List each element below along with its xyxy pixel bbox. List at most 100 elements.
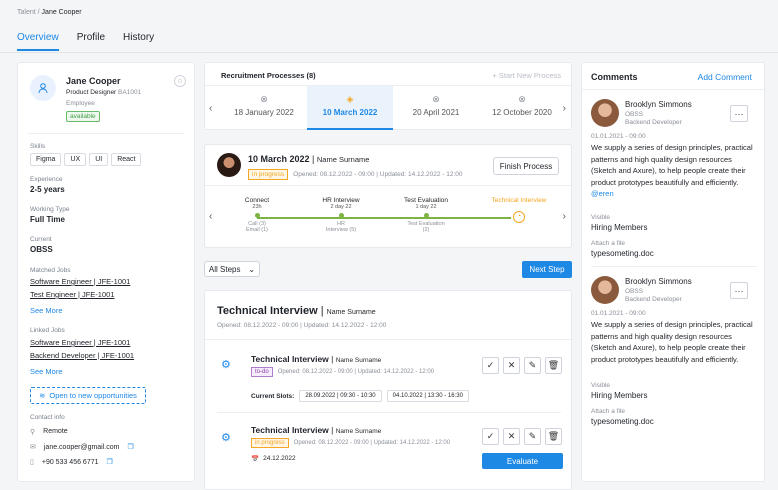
all-steps-label: All Steps — [208, 264, 241, 274]
contact-location-text: Remote — [43, 428, 68, 435]
stage-hr-interview[interactable]: HR Interview 2 day 22 HR Interview (5) — [305, 197, 377, 233]
step-opened: Opened: 08.12.2022 - 09:00 | Updated: 14… — [293, 440, 451, 446]
step-meta: to-do Opened: 08.12.2022 - 09:00 | Updat… — [251, 367, 434, 377]
trash-icon[interactable]: 🗑 — [545, 428, 562, 445]
linked-job-link[interactable]: Software Engineer | JFE-1001 — [30, 338, 130, 347]
process-detail-card: 10 March 2022 | Name Surname in progress… — [204, 144, 573, 248]
comment-mention[interactable]: @eren — [591, 189, 614, 198]
breadcrumb-root[interactable]: Talent — [17, 9, 36, 16]
comment-time: 01.01.2021 - 09:00 — [591, 133, 646, 140]
stage-detail: Interview (5) — [325, 227, 357, 233]
contact-phone-text: +90 533 456 6771 — [41, 458, 99, 466]
process-date-label: 20 April 2021 — [412, 108, 460, 117]
all-steps-dropdown[interactable]: All Steps ⌄ — [204, 261, 260, 277]
open-to-opportunities-label: Open to new opportunities — [49, 391, 137, 400]
edit-icon[interactable]: ✎ — [524, 357, 541, 374]
stage-test-evaluation[interactable]: Test Evaluation 1 day 22 Test Evaluation… — [390, 197, 462, 233]
attached-file[interactable]: typesometing.doc — [591, 249, 654, 258]
breadcrumb-separator: / — [37, 9, 40, 16]
process-opened: Opened: 08.12.2022 - 09:00 | Updated: 14… — [293, 171, 463, 178]
contact-location: ⚲ Remote — [30, 428, 68, 436]
next-step-button[interactable]: Next Step — [522, 261, 572, 278]
separator: | — [309, 154, 317, 164]
tab-history[interactable]: History — [123, 32, 154, 51]
mail-icon: ✉ — [30, 444, 36, 451]
tab-profile[interactable]: Profile — [77, 32, 105, 51]
user-icon — [38, 83, 48, 94]
linked-jobs-see-more[interactable]: See More — [30, 367, 63, 376]
working-type-value: Full Time — [30, 215, 65, 224]
contact-email-text: jane.cooper@gmail.com — [43, 443, 120, 451]
edit-icon[interactable]: ✎ — [524, 428, 541, 445]
process-meta: in progress Opened: 08.12.2022 - 09:00 |… — [248, 169, 463, 180]
comment-time: 01.01.2021 - 09:00 — [591, 310, 646, 317]
open-to-opportunities-button[interactable]: ≋ Open to new opportunities — [30, 387, 146, 404]
stage-connect[interactable]: Connect 23h Call (3) Email (1) — [221, 197, 293, 233]
skill-tag: UX — [64, 153, 87, 166]
close-icon[interactable]: ✕ — [503, 428, 520, 445]
stage-duration: 2 day 22 — [330, 204, 352, 210]
matched-jobs-see-more[interactable]: See More — [30, 306, 63, 315]
favorite-star-icon[interactable]: ☆ — [174, 75, 186, 87]
process-date-item-active[interactable]: ◈ 10 March 2022 — [307, 86, 393, 130]
stage-duration: 1 day 22 — [415, 204, 437, 210]
divider — [217, 412, 561, 413]
step-meta: in progress Opened: 08.12.2022 - 09:00 |… — [251, 438, 450, 448]
comment-author: Brooklyn Simmons — [625, 277, 692, 286]
chevron-down-icon: ⌄ — [248, 264, 256, 274]
comment-role: Backend Developer — [625, 119, 682, 126]
check-icon[interactable]: ✓ — [482, 357, 499, 374]
comment-author: Brooklyn Simmons — [625, 100, 692, 109]
experience-value: 2-5 years — [30, 185, 65, 194]
trash-icon[interactable]: 🗑 — [545, 357, 562, 374]
finish-process-button[interactable]: Finish Process — [493, 157, 559, 175]
process-date-label: 12 October 2020 — [492, 108, 552, 117]
attached-file[interactable]: typesometing.doc — [591, 417, 654, 426]
matched-job-link[interactable]: Test Engineer | JFE-1001 — [30, 290, 115, 299]
chevron-left-icon[interactable]: ‹ — [209, 103, 212, 114]
add-comment-button[interactable]: Add Comment — [698, 72, 752, 82]
candidate-avatar — [217, 153, 241, 177]
visible-label: Visible — [591, 214, 611, 221]
current-value: OBSS — [30, 245, 53, 254]
slot-tag: 28.09.2022 | 09:30 - 10:30 — [299, 390, 382, 402]
stage-name: Technical Interview — [491, 197, 547, 204]
more-options-icon[interactable]: ··· — [730, 282, 748, 299]
step-date-text: 24.12.2022 — [263, 455, 296, 462]
visible-value: Hiring Members — [591, 223, 648, 232]
stage-technical-interview[interactable]: Technical Interview ◔ — [479, 197, 559, 223]
evaluate-button[interactable]: Evaluate — [482, 453, 563, 469]
skill-tag: Figma — [30, 153, 62, 166]
tab-divider — [0, 52, 778, 53]
check-icon[interactable]: ✓ — [482, 428, 499, 445]
process-owner: Name Surname — [316, 155, 370, 164]
tab-bar: Overview Profile History — [17, 32, 154, 51]
recruitment-processes: Recruitment Processes (8) + Start New Pr… — [204, 62, 573, 130]
contact-label: Contact info — [30, 414, 65, 421]
step-heading: Technical Interview | Name Surname — [251, 354, 381, 364]
process-date-item[interactable]: ⊗ 12 October 2020 — [479, 86, 565, 130]
start-new-process-button[interactable]: + Start New Process — [492, 71, 561, 80]
breadcrumb-current: Jane Cooper — [41, 9, 82, 16]
close-icon[interactable]: ✕ — [503, 357, 520, 374]
process-date-item[interactable]: ⊗ 20 April 2021 — [393, 86, 479, 130]
status-badge: available — [66, 111, 100, 122]
copy-icon[interactable]: ❐ — [107, 458, 113, 466]
divider — [205, 339, 573, 340]
matched-job-link[interactable]: Software Engineer | JFE-1001 — [30, 277, 130, 286]
process-date-label: 18 January 2022 — [234, 108, 294, 117]
status-badge: in progress — [248, 169, 289, 180]
more-options-icon[interactable]: ··· — [730, 105, 748, 122]
stage-detail: (2) — [422, 227, 430, 233]
copy-icon[interactable]: ❐ — [127, 443, 133, 451]
tech-heading: Technical Interview | Name Surname — [217, 305, 376, 317]
diamond-icon: ◈ — [346, 94, 354, 104]
linked-job-link[interactable]: Backend Developer | JFE-1001 — [30, 351, 134, 360]
matched-jobs-label: Matched Jobs — [30, 267, 71, 274]
comment-avatar — [591, 276, 619, 304]
process-date-item[interactable]: ⊗ 18 January 2022 — [221, 86, 307, 130]
step-title: Technical Interview — [251, 425, 329, 435]
tab-overview[interactable]: Overview — [17, 32, 59, 51]
step-opened: Opened: 08.12.2022 - 09:00 | Updated: 14… — [277, 369, 435, 375]
gear-icon: ⚙ — [221, 432, 231, 444]
